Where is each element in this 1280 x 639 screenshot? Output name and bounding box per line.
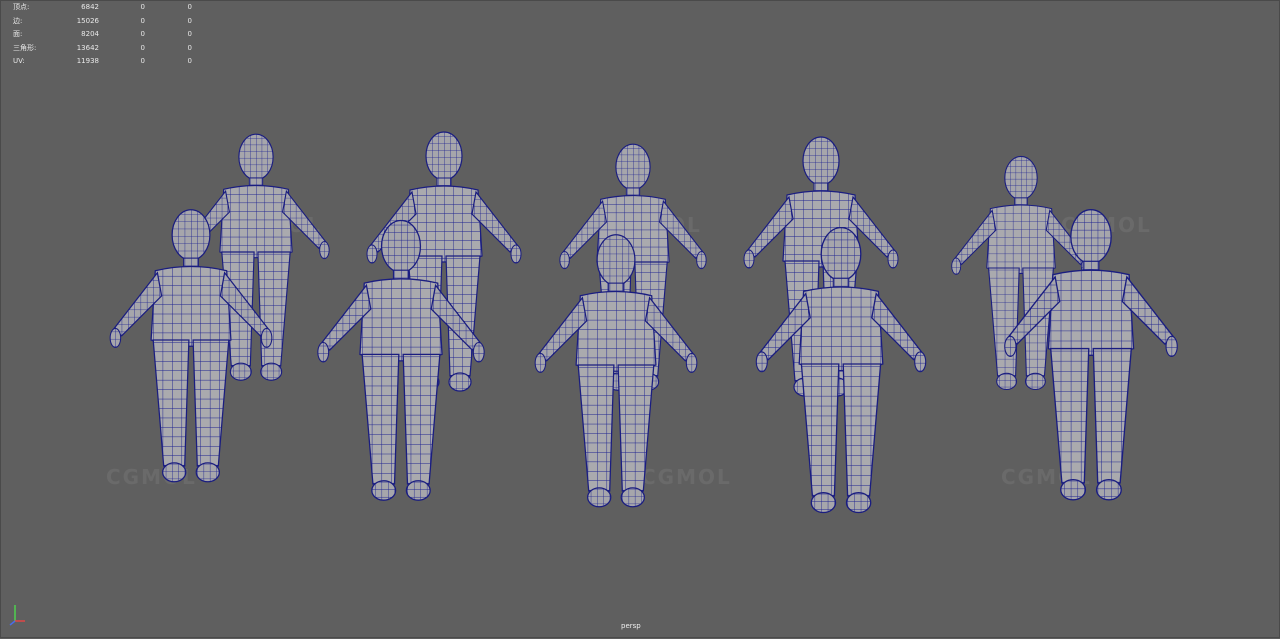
hud-value: 0 — [140, 43, 145, 52]
poly-count-hud: 顶点: 6842 0 0 边: 15026 0 0 面: 8204 0 0 三角… — [13, 1, 192, 69]
character-mesh-front-4[interactable] — [755, 226, 927, 514]
hud-row-triangles: 三角形: 13642 0 0 — [13, 42, 192, 56]
hud-row-faces: 面: 8204 0 0 — [13, 28, 192, 42]
character-mesh-front-3[interactable] — [534, 234, 698, 508]
hud-value: 11938 — [76, 57, 99, 65]
hud-row-vertices: 顶点: 6842 0 0 — [13, 1, 192, 15]
hud-value: 0 — [140, 30, 145, 38]
hud-label: 面: — [13, 30, 23, 38]
hud-label: UV: — [13, 57, 25, 65]
hud-row-edges: 边: 15026 0 0 — [13, 15, 192, 29]
hud-label: 顶点: — [13, 3, 30, 11]
camera-label: persp — [621, 622, 641, 630]
hud-value: 13642 — [76, 43, 99, 52]
hud-value: 0 — [140, 3, 145, 11]
hud-value: 0 — [187, 3, 192, 11]
hud-label: 三角形: — [13, 43, 37, 52]
hud-value: 8204 — [81, 30, 99, 38]
view-axis-icon — [9, 605, 25, 626]
hud-value: 0 — [187, 43, 192, 52]
hud-value: 0 — [187, 57, 192, 65]
character-meshes[interactable] — [1, 1, 1280, 639]
hud-value: 6842 — [81, 3, 99, 11]
hud-label: 边: — [13, 16, 23, 25]
hud-value: 0 — [140, 57, 145, 65]
hud-value: 0 — [140, 16, 145, 25]
maya-perspective-viewport[interactable]: CGMOL CGMOL CGMOL CGMOL CGMOL CGMOL — [0, 0, 1280, 638]
hud-value: 0 — [187, 16, 192, 25]
hud-value: 0 — [187, 30, 192, 38]
hud-value: 15026 — [76, 16, 99, 25]
hud-row-uvs: UV: 11938 0 0 — [13, 55, 192, 69]
